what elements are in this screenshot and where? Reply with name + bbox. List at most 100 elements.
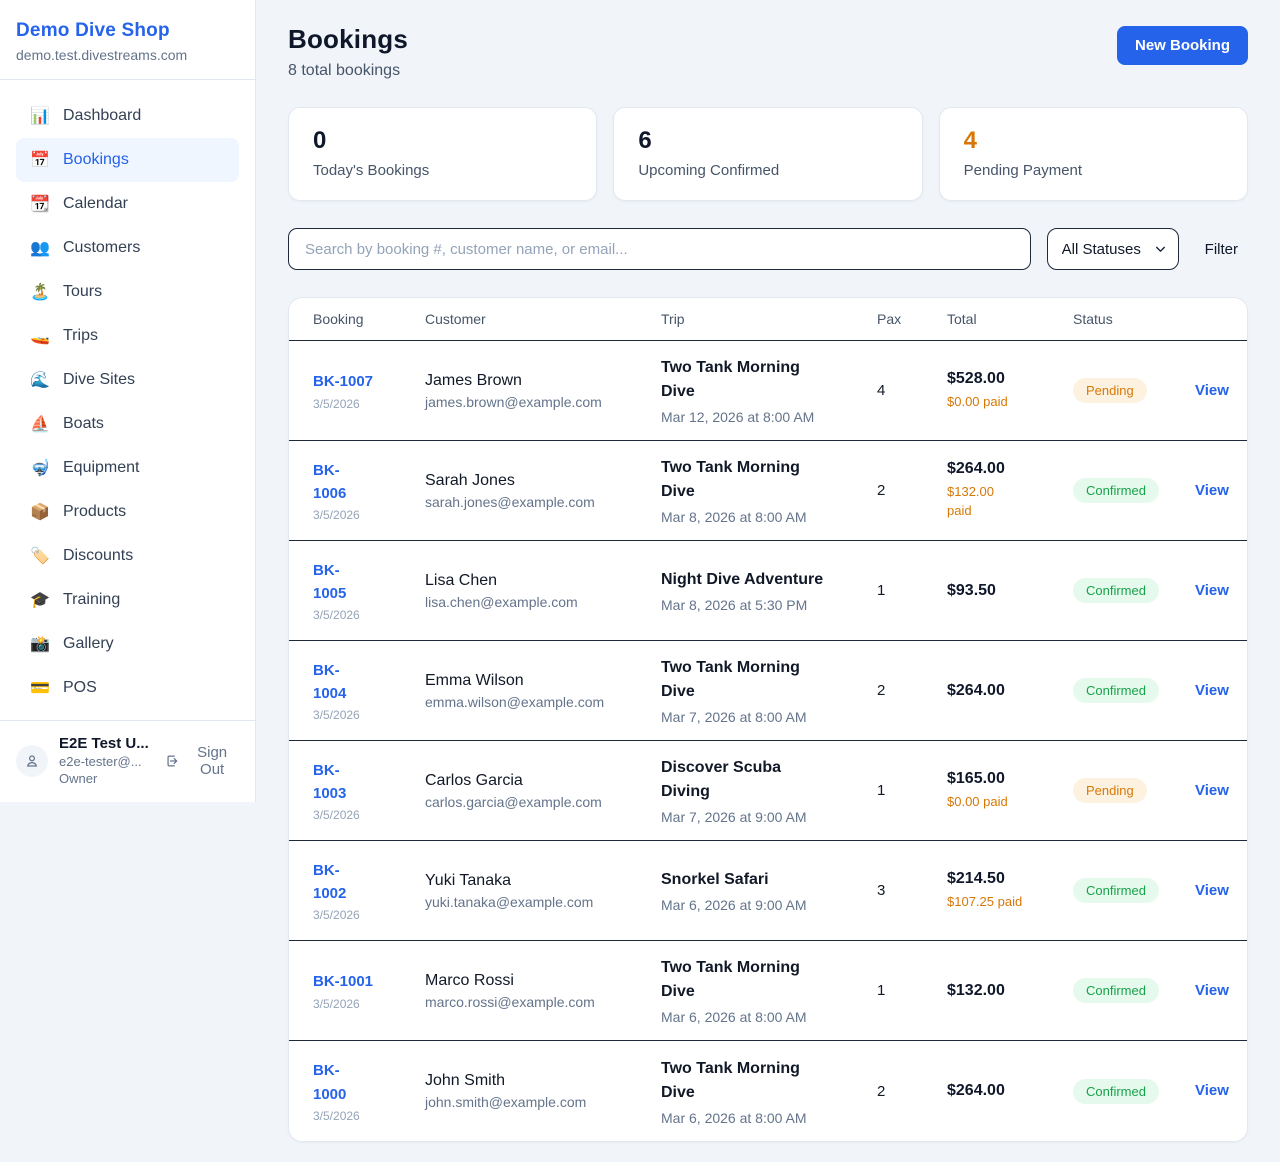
- table-row: BK-1000 3/5/2026 John Smith john.smith@e…: [289, 1041, 1247, 1141]
- search-input[interactable]: [288, 228, 1031, 270]
- status-badge: Confirmed: [1073, 978, 1159, 1003]
- booking-id-link[interactable]: BK-1002: [313, 859, 425, 906]
- sign-out-icon: [165, 753, 180, 769]
- view-link[interactable]: View: [1195, 482, 1229, 499]
- actions-cell: View: [1195, 782, 1229, 800]
- tag-icon: 🏷️: [30, 546, 50, 566]
- booking-date: 3/5/2026: [313, 908, 425, 922]
- trip-name: Two Tank MorningDive: [661, 456, 877, 504]
- status-cell: Pending: [1073, 378, 1195, 403]
- sidebar-item-calendar[interactable]: 📆 Calendar: [16, 182, 239, 226]
- sidebar-item-dive-sites[interactable]: 🌊 Dive Sites: [16, 358, 239, 402]
- sidebar-item-discounts[interactable]: 🏷️ Discounts: [16, 534, 239, 578]
- island-icon: 🏝️: [30, 282, 50, 302]
- sidebar-item-label: Discounts: [63, 547, 133, 565]
- trip-datetime: Mar 6, 2026 at 9:00 AM: [661, 897, 877, 913]
- view-link[interactable]: View: [1195, 1082, 1229, 1099]
- paid-amount: $132.00paid: [947, 483, 1073, 521]
- customer-cell: Marco Rossi marco.rossi@example.com: [425, 972, 661, 1010]
- trip-cell: Night Dive Adventure Mar 8, 2026 at 5:30…: [661, 568, 877, 613]
- booking-id-link[interactable]: BK-1005: [313, 559, 425, 606]
- customer-email: sarah.jones@example.com: [425, 494, 661, 510]
- status-cell: Confirmed: [1073, 678, 1195, 703]
- trip-datetime: Mar 8, 2026 at 8:00 AM: [661, 509, 877, 525]
- page-header-text: Bookings 8 total bookings: [288, 24, 408, 80]
- booking-id-link[interactable]: BK-1006: [313, 459, 425, 506]
- total-cell: $214.50 $107.25 paid: [947, 870, 1073, 912]
- pax-cell: 1: [877, 582, 947, 599]
- sidebar-header: Demo Dive Shop demo.test.divestreams.com: [0, 0, 255, 80]
- stats-row: 0 Today's Bookings 6 Upcoming Confirmed …: [288, 107, 1248, 201]
- column-header-trip: Trip: [661, 311, 877, 327]
- stat-value: 4: [964, 127, 1223, 155]
- total-cell: $132.00: [947, 982, 1073, 1000]
- sidebar-item-label: Dive Sites: [63, 371, 135, 389]
- table-body: BK-1007 3/5/2026 James Brown james.brown…: [289, 341, 1247, 1141]
- view-link[interactable]: View: [1195, 382, 1229, 399]
- status-badge: Confirmed: [1073, 1079, 1159, 1104]
- view-link[interactable]: View: [1195, 682, 1229, 699]
- credit-card-icon: 💳: [30, 678, 50, 698]
- booking-id-link[interactable]: BK-1001: [313, 970, 425, 993]
- sidebar-item-dashboard[interactable]: 📊 Dashboard: [16, 94, 239, 138]
- trip-name: Two Tank MorningDive: [661, 656, 877, 704]
- trip-cell: Two Tank MorningDive Mar 12, 2026 at 8:0…: [661, 356, 877, 425]
- sidebar-item-equipment[interactable]: 🤿 Equipment: [16, 446, 239, 490]
- sidebar-item-trips[interactable]: 🚤 Trips: [16, 314, 239, 358]
- sailboat-icon: ⛵: [30, 414, 50, 434]
- booking-id-link[interactable]: BK-1000: [313, 1059, 425, 1106]
- view-link[interactable]: View: [1195, 882, 1229, 899]
- shop-domain: demo.test.divestreams.com: [16, 47, 239, 63]
- customer-email: yuki.tanaka@example.com: [425, 894, 661, 910]
- sidebar-item-boats[interactable]: ⛵ Boats: [16, 402, 239, 446]
- sidebar-item-label: Boats: [63, 415, 104, 433]
- sidebar-item-tours[interactable]: 🏝️ Tours: [16, 270, 239, 314]
- status-badge: Confirmed: [1073, 478, 1159, 503]
- stat-value: 6: [638, 127, 897, 155]
- trip-datetime: Mar 12, 2026 at 8:00 AM: [661, 409, 877, 425]
- people-icon: 👥: [30, 238, 50, 258]
- pax-cell: 2: [877, 482, 947, 499]
- sidebar-item-products[interactable]: 📦 Products: [16, 490, 239, 534]
- customer-email: lisa.chen@example.com: [425, 594, 661, 610]
- pax-cell: 1: [877, 782, 947, 799]
- sign-out-button[interactable]: Sign Out: [165, 744, 239, 778]
- bookings-table: Booking Customer Trip Pax Total Status B…: [288, 297, 1248, 1142]
- booking-date: 3/5/2026: [313, 1109, 425, 1123]
- view-link[interactable]: View: [1195, 982, 1229, 999]
- trip-datetime: Mar 7, 2026 at 9:00 AM: [661, 809, 877, 825]
- total-cell: $165.00 $0.00 paid: [947, 770, 1073, 812]
- total-amount: $132.00: [947, 982, 1073, 1000]
- booking-id-link[interactable]: BK-1007: [313, 370, 425, 393]
- status-cell: Confirmed: [1073, 878, 1195, 903]
- booking-date: 3/5/2026: [313, 708, 425, 722]
- trip-datetime: Mar 6, 2026 at 8:00 AM: [661, 1110, 877, 1126]
- booking-date: 3/5/2026: [313, 508, 425, 522]
- total-cell: $264.00: [947, 1082, 1073, 1100]
- status-filter-select[interactable]: All Statuses: [1047, 228, 1179, 270]
- view-link[interactable]: View: [1195, 782, 1229, 799]
- view-link[interactable]: View: [1195, 582, 1229, 599]
- sidebar-item-label: POS: [63, 679, 97, 697]
- sidebar-item-customers[interactable]: 👥 Customers: [16, 226, 239, 270]
- sidebar-item-training[interactable]: 🎓 Training: [16, 578, 239, 622]
- total-cell: $264.00 $132.00paid: [947, 460, 1073, 521]
- page-header: Bookings 8 total bookings New Booking: [288, 24, 1248, 80]
- paid-amount: $0.00 paid: [947, 793, 1073, 812]
- sidebar-item-pos[interactable]: 💳 POS: [16, 666, 239, 710]
- sidebar-item-gallery[interactable]: 📸 Gallery: [16, 622, 239, 666]
- column-header-total: Total: [947, 311, 1073, 327]
- filter-button[interactable]: Filter: [1195, 241, 1248, 258]
- booking-id-link[interactable]: BK-1004: [313, 659, 425, 706]
- sidebar-item-bookings[interactable]: 📅 Bookings: [16, 138, 239, 182]
- status-cell: Confirmed: [1073, 1079, 1195, 1104]
- trip-cell: Two Tank MorningDive Mar 7, 2026 at 8:00…: [661, 656, 877, 725]
- sidebar-item-label: Products: [63, 503, 126, 521]
- booking-id-link[interactable]: BK-1003: [313, 759, 425, 806]
- actions-cell: View: [1195, 982, 1229, 1000]
- new-booking-button[interactable]: New Booking: [1117, 26, 1248, 65]
- main-content: Bookings 8 total bookings New Booking 0 …: [256, 0, 1280, 1142]
- trip-datetime: Mar 8, 2026 at 5:30 PM: [661, 597, 877, 613]
- pax-cell: 1: [877, 982, 947, 999]
- column-header-customer: Customer: [425, 311, 661, 327]
